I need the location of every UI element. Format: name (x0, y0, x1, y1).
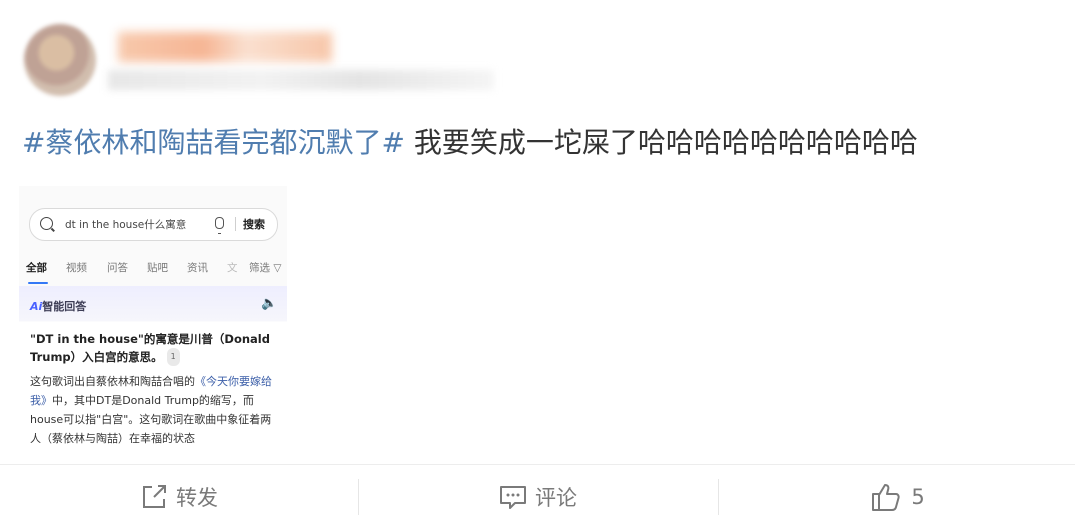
ai-badge: Ai智能回答 (30, 298, 86, 314)
author-avatar[interactable] (24, 24, 96, 96)
tab-tieba: 贴吧 (147, 262, 168, 274)
speaker-icon: 🔈 (261, 296, 278, 311)
ai-headline: "DT in the house"的寓意是川普（Donald Trump）入白宫… (30, 330, 280, 366)
post-body: 我要笑成一坨屎了哈哈哈哈哈哈哈哈哈哈 (404, 126, 918, 159)
tab-filter: 筛选 ▽ (249, 260, 281, 275)
tab-more: 文 (227, 262, 238, 274)
filter-label: 筛选 (249, 262, 270, 274)
post-meta-blurred (108, 70, 494, 90)
like-button[interactable]: 5 (719, 465, 1075, 528)
search-bar: dt in the house什么寓意 搜索 (29, 208, 278, 241)
tab-news: 资讯 (187, 262, 208, 274)
comment-button[interactable]: 评论 (359, 465, 717, 528)
repost-icon (143, 484, 166, 508)
comment-icon (500, 485, 526, 509)
ai-headline-text: "DT in the house"的寓意是川普（Donald Trump）入白宫… (30, 332, 270, 364)
ai-answer-card: Ai智能回答 🔈 "DT in the house"的寓意是川普（Donald … (19, 286, 287, 454)
like-count: 5 (911, 484, 925, 509)
ai-para-2: 中，其中DT是Donald Trump的缩写，而house可以指"白宫"。这句歌… (30, 394, 272, 445)
citation-badge: 1 (166, 348, 180, 366)
attached-image[interactable]: dt in the house什么寓意 搜索 全部 视频 问答 贴吧 资讯 文 … (19, 186, 287, 454)
search-icon (40, 217, 53, 230)
repost-label: 转发 (176, 485, 218, 510)
action-bar: 转发 评论 5 (0, 464, 1075, 528)
microphone-icon (215, 217, 224, 234)
active-tab-indicator (28, 282, 48, 284)
search-tabs: 全部 视频 问答 贴吧 资讯 文 筛选 ▽ (26, 260, 287, 280)
comment-label: 评论 (535, 485, 577, 510)
filter-icon: ▽ (270, 262, 282, 274)
tab-qa: 问答 (107, 262, 128, 274)
author-name-blurred[interactable] (118, 32, 332, 62)
ai-badge-label: 智能回答 (42, 300, 87, 313)
search-button: 搜索 (243, 218, 265, 231)
thumbs-up-icon (872, 483, 900, 511)
ai-paragraph: 这句歌词出自蔡依林和陶喆合唱的《今天你要嫁给我》中，其中DT是Donald Tr… (30, 372, 280, 448)
post-text: #蔡依林和陶喆看完都沉默了# 我要笑成一坨屎了哈哈哈哈哈哈哈哈哈哈 (22, 124, 918, 162)
tab-video: 视频 (66, 262, 87, 274)
tab-all: 全部 (26, 262, 47, 274)
topic-link[interactable]: #蔡依林和陶喆看完都沉默了# (22, 126, 405, 159)
search-query: dt in the house什么寓意 (65, 219, 187, 231)
repost-button[interactable]: 转发 (0, 465, 358, 528)
ai-logo: Ai (30, 300, 43, 313)
divider (235, 217, 236, 231)
ai-para-1: 这句歌词出自蔡依林和陶喆合唱的 (30, 375, 195, 388)
